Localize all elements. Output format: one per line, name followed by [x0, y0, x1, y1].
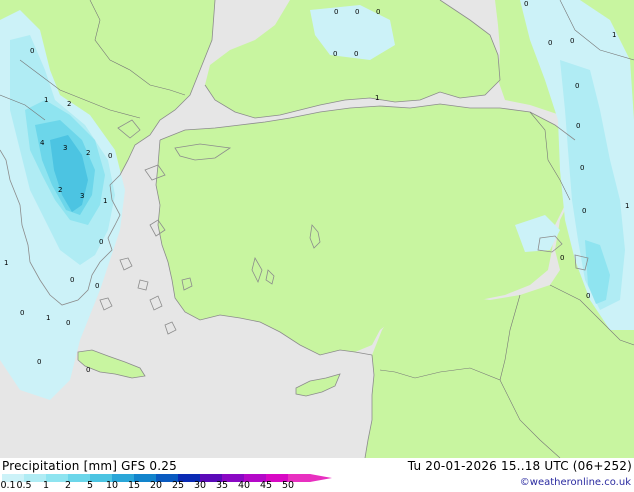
precip-value-label: 0 [30, 47, 34, 55]
legend-tick-label: 20 [149, 480, 163, 491]
legend-tick-label: 15 [127, 480, 141, 491]
precip-value-label: 0 [355, 8, 359, 16]
precip-value-label: 4 [40, 139, 45, 147]
legend-tick-label: 0.1 [0, 480, 16, 491]
map-footer: Precipitation [mm] GFS 0.25 Tu 20-01-202… [0, 458, 634, 492]
legend-tick-label: 25 [171, 480, 185, 491]
precip-value-label: 0 [108, 152, 112, 160]
precip-value-label: 0 [99, 238, 103, 246]
precip-value-label: 0 [86, 366, 90, 374]
precip-value-label: 0 [560, 254, 564, 262]
precip-value-label: 0 [548, 39, 552, 47]
map-title: Precipitation [mm] GFS 0.25 [2, 459, 177, 473]
legend-ticks: 0.1 0.5 1 2 5 10 15 20 25 30 35 40 45 50 [0, 480, 330, 492]
precip-value-label: 0 [37, 358, 41, 366]
legend-tick-label: 0.5 [16, 480, 32, 491]
precip-value-label: 2 [58, 186, 62, 194]
precip-value-label: 0 [576, 122, 580, 130]
precip-value-label: 1 [612, 31, 616, 39]
precip-value-label: 0 [575, 82, 579, 90]
legend-tick-label: 50 [281, 480, 295, 491]
precip-value-label: 0 [333, 50, 337, 58]
precip-value-label: 1 [103, 197, 107, 205]
legend-tick-label: 35 [215, 480, 229, 491]
valid-time: Tu 20-01-2026 15..18 UTC (06+252) [407, 459, 632, 473]
precipitation-map: 0 0 0 0 0 0 1 1 0 0 1 2 4 3 2 0 2 3 1 0 0 0 0 0 0 0 0 0 0 1 0 1 1 0 0 0 [0, 0, 634, 458]
legend-tick-label: 1 [42, 480, 50, 491]
credit-link[interactable]: ©weatheronline.co.uk [520, 477, 631, 488]
precip-value-label: 1 [4, 259, 8, 267]
precip-value-label: 0 [70, 276, 74, 284]
precip-value-label: 2 [86, 149, 90, 157]
precip-value-label: 1 [44, 96, 48, 104]
precip-value-label: 0 [66, 319, 70, 327]
precip-value-label: 2 [67, 100, 71, 108]
precip-value-label: 0 [334, 8, 338, 16]
legend-tick-label: 2 [64, 480, 72, 491]
precip-value-label: 0 [354, 50, 358, 58]
precip-value-label: 0 [95, 282, 99, 290]
precip-value-label: 0 [586, 292, 590, 300]
precip-value-label: 1 [46, 314, 50, 322]
precip-value-label: 1 [375, 94, 379, 102]
legend-tick-label: 5 [86, 480, 94, 491]
precip-value-label: 3 [63, 144, 67, 152]
map-canvas: 0 0 0 0 0 0 1 1 0 0 1 2 4 3 2 0 2 3 1 0 0 0 0 0 0 0 0 0 0 1 0 1 1 0 0 0 [0, 0, 634, 458]
legend-tick-label: 40 [237, 480, 251, 491]
legend-tick-label: 45 [259, 480, 273, 491]
precip-value-label: 0 [376, 8, 380, 16]
precip-value-label: 3 [80, 192, 84, 200]
legend-tick-label: 30 [193, 480, 207, 491]
precip-value-label: 0 [570, 37, 574, 45]
precip-value-label: 0 [20, 309, 24, 317]
precip-value-label: 0 [580, 164, 584, 172]
precip-value-label: 0 [582, 207, 586, 215]
legend-tick-label: 10 [105, 480, 119, 491]
precip-value-label: 1 [625, 202, 629, 210]
precip-value-label: 0 [524, 0, 528, 8]
